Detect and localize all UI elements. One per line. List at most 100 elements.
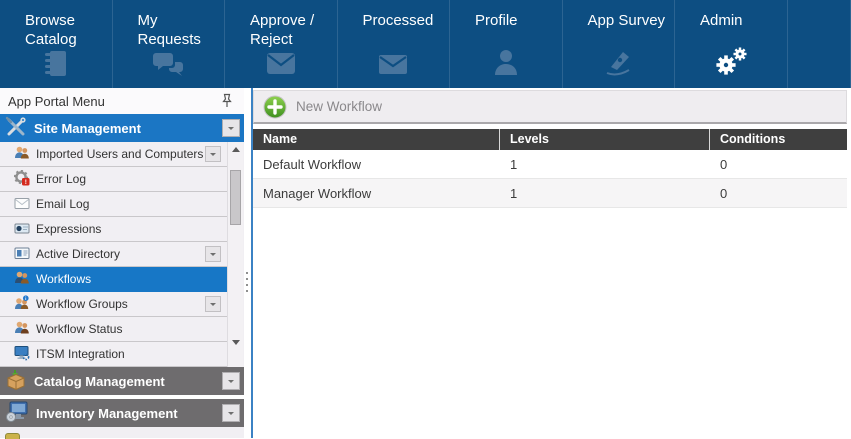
sidebar-item-expressions[interactable]: Expressions <box>0 217 227 242</box>
gears-icon <box>714 46 748 81</box>
sidebar-group-label: Catalog Management <box>34 374 165 389</box>
sidebar-item-label: Expressions <box>36 222 101 236</box>
people-info-icon: i <box>14 295 30 314</box>
cell-conditions: 0 <box>710 157 847 172</box>
tab-label: Processed <box>338 0 450 30</box>
sidebar-group-label: Site Management <box>34 121 141 136</box>
item-dropdown-button[interactable] <box>205 296 221 312</box>
column-header-conditions[interactable]: Conditions <box>710 129 847 150</box>
svg-text:i: i <box>25 296 26 301</box>
users-computers-icon <box>14 145 30 164</box>
workflow-toolbar: New Workflow <box>253 90 847 124</box>
group-dropdown-button[interactable] <box>222 404 240 422</box>
cell-levels: 1 <box>500 157 710 172</box>
sidebar-group-inventory-management[interactable]: Inventory Management <box>0 399 244 427</box>
item-dropdown-button[interactable] <box>205 146 221 162</box>
notebook-icon <box>41 49 71 84</box>
svg-text:!: ! <box>25 179 27 186</box>
sidebar-item-workflow-groups[interactable]: i Workflow Groups <box>0 292 227 317</box>
people-icon <box>14 320 30 339</box>
sidebar-group-catalog-management[interactable]: Catalog Management <box>0 367 244 395</box>
column-header-levels[interactable]: Levels <box>500 129 710 150</box>
partial-item-icon <box>5 433 20 439</box>
sidebar-item-label: ITSM Integration <box>36 347 125 361</box>
cell-name: Manager Workflow <box>253 186 500 201</box>
sidebar-scrollbar[interactable] <box>227 142 243 367</box>
scroll-up-icon[interactable] <box>228 142 243 156</box>
sidebar-item-label: Active Directory <box>36 247 120 261</box>
chevron-down-icon <box>228 412 234 418</box>
sidebar-item-label: Workflow Status <box>36 322 122 336</box>
cell-levels: 1 <box>500 186 710 201</box>
chevron-down-icon <box>210 253 216 259</box>
gear-error-icon: ! <box>14 170 30 189</box>
table-row-manager-workflow[interactable]: Manager Workflow 1 0 <box>253 179 847 208</box>
cell-name: Default Workflow <box>253 157 500 172</box>
main-content: New Workflow Name Levels Conditions Defa… <box>253 88 851 438</box>
monitor-disc-icon <box>5 401 29 426</box>
pen-icon <box>603 48 633 81</box>
sidebar-group-label: Inventory Management <box>36 406 178 421</box>
scrollbar-thumb[interactable] <box>230 170 241 225</box>
tab-label: Profile <box>450 0 562 30</box>
sidebar-item-imported-users-and-computers[interactable]: Imported Users and Computers <box>0 142 227 167</box>
sidebar-item-label: Workflows <box>36 272 91 286</box>
envelope-icon <box>378 52 408 81</box>
sidebar-item-label: Error Log <box>36 172 86 186</box>
sidebar-item-active-directory[interactable]: Active Directory <box>0 242 227 267</box>
group-dropdown-button[interactable] <box>222 372 240 390</box>
table-row-default-workflow[interactable]: Default Workflow 1 0 <box>253 150 847 179</box>
tab-approve-reject[interactable]: Approve / Reject <box>225 0 338 88</box>
tab-label: Admin <box>675 0 787 30</box>
expression-icon <box>14 220 30 239</box>
tab-browse-catalog[interactable]: Browse Catalog <box>0 0 113 88</box>
sidebar-item-label: Workflow Groups <box>36 297 128 311</box>
sidebar-item-workflows[interactable]: Workflows <box>0 267 227 292</box>
top-nav: Browse Catalog My Requests Approve / Rej… <box>0 0 851 88</box>
green-plus-icon <box>263 95 287 119</box>
tools-icon <box>5 116 27 141</box>
new-workflow-label: New Workflow <box>296 99 382 114</box>
sidebar-item-email-log[interactable]: Email Log <box>0 192 227 217</box>
sidebar-item-label: Imported Users and Computers <box>36 147 203 161</box>
tab-app-survey[interactable]: App Survey <box>563 0 676 88</box>
id-card-icon <box>14 245 30 264</box>
nav-filler <box>788 0 851 88</box>
envelope-mini-icon <box>14 195 30 214</box>
pushpin-icon[interactable] <box>219 93 235 109</box>
sidebar-item-itsm-integration[interactable]: ITSM Integration <box>0 342 227 367</box>
sidebar-header: App Portal Menu <box>0 88 244 114</box>
splitter-grip-icon <box>246 272 248 292</box>
scroll-down-icon[interactable] <box>228 336 243 350</box>
chat-bubbles-icon <box>152 49 184 84</box>
panel-splitter[interactable] <box>244 88 251 438</box>
tab-label: My Requests <box>113 0 225 49</box>
chevron-down-icon <box>210 153 216 159</box>
sidebar-group-site-management[interactable]: Site Management <box>0 114 244 142</box>
table-header-row: Name Levels Conditions <box>253 129 847 150</box>
chevron-down-icon <box>228 380 234 386</box>
tab-processed[interactable]: Processed <box>338 0 451 88</box>
new-workflow-button[interactable]: New Workflow <box>261 93 392 121</box>
tab-admin[interactable]: Admin <box>675 0 788 88</box>
tab-label: App Survey <box>563 0 675 30</box>
workflow-table: Name Levels Conditions Default Workflow … <box>253 129 847 208</box>
column-header-name[interactable]: Name <box>253 129 500 150</box>
cell-conditions: 0 <box>710 186 847 201</box>
chevron-down-icon <box>228 127 234 133</box>
person-icon <box>492 48 520 81</box>
sidebar-item-workflow-status[interactable]: Workflow Status <box>0 317 227 342</box>
sidebar: App Portal Menu Site Management <box>0 88 244 438</box>
sidebar-items: Imported Users and Computers ! Error Log <box>0 142 244 367</box>
sidebar-title: App Portal Menu <box>8 94 105 109</box>
box-icon <box>5 369 27 394</box>
sidebar-item-label: Email Log <box>36 197 89 211</box>
monitor-gear-icon <box>14 345 30 364</box>
tab-profile[interactable]: Profile <box>450 0 563 88</box>
group-dropdown-button[interactable] <box>222 119 240 137</box>
envelope-open-icon <box>265 49 297 82</box>
chevron-down-icon <box>210 303 216 309</box>
sidebar-item-error-log[interactable]: ! Error Log <box>0 167 227 192</box>
item-dropdown-button[interactable] <box>205 246 221 262</box>
tab-my-requests[interactable]: My Requests <box>113 0 226 88</box>
